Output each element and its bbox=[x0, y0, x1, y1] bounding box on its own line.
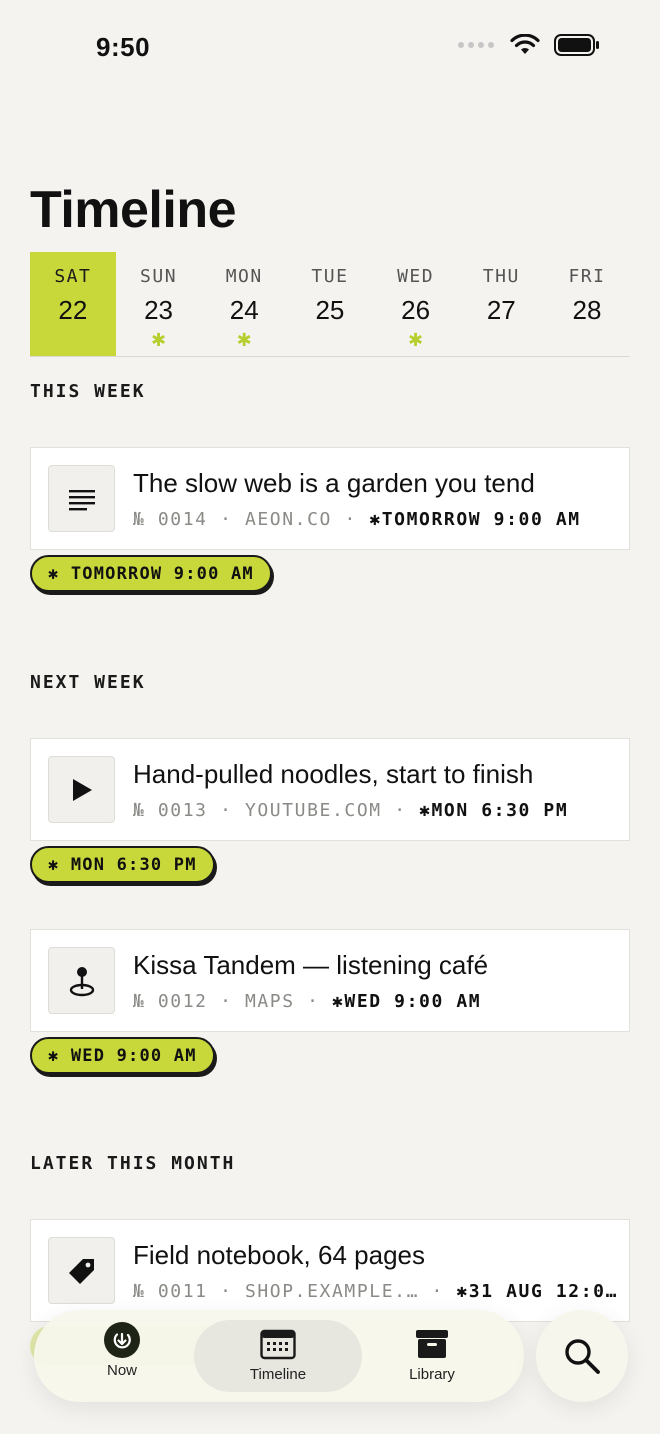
item-number: № 0012 bbox=[133, 991, 208, 1012]
day-number: 23 bbox=[144, 295, 173, 325]
day-fri[interactable]: FRI 28 bbox=[544, 252, 630, 356]
meta-separator: · bbox=[431, 1281, 444, 1302]
calendar-icon bbox=[260, 1329, 296, 1360]
archive-icon bbox=[416, 1330, 448, 1358]
schedule-pill[interactable]: ✱ TOMORROW 9:00 AM bbox=[30, 555, 272, 592]
item-title: The slow web is a garden you tend bbox=[133, 468, 535, 498]
day-name: SAT bbox=[54, 266, 92, 287]
day-mon[interactable]: MON 24 ✱ bbox=[201, 252, 287, 356]
item-meta: № 0013 · YOUTUBE.COM · ✱MON 6:30 PM bbox=[133, 800, 568, 821]
item-title: Kissa Tandem — listening café bbox=[133, 950, 489, 980]
search-icon bbox=[565, 1339, 600, 1374]
tab-library[interactable]: Library bbox=[362, 1320, 502, 1392]
day-sat[interactable]: SAT 22 bbox=[30, 252, 116, 356]
tab-now[interactable]: Now bbox=[48, 1320, 196, 1392]
scheduled-marker-icon: ✱ bbox=[236, 330, 252, 350]
section-this-week: THIS WEEK bbox=[30, 381, 146, 402]
day-wed[interactable]: WED 26 ✱ bbox=[373, 252, 459, 356]
meta-separator: · bbox=[220, 991, 233, 1012]
item-schedule: ✱MON 6:30 PM bbox=[419, 800, 569, 821]
day-name: THU bbox=[482, 266, 520, 287]
search-button[interactable] bbox=[536, 1310, 628, 1402]
item-schedule: ✱TOMORROW 9:00 AM bbox=[369, 509, 581, 530]
meta-separator: · bbox=[344, 509, 357, 530]
day-name: MON bbox=[225, 266, 263, 287]
day-thu[interactable]: THU 27 bbox=[458, 252, 544, 356]
scheduled-marker-icon: ✱ bbox=[150, 330, 167, 350]
tab-label: Now bbox=[106, 1362, 137, 1379]
item-schedule: ✱31 AUG 12:0… bbox=[456, 1281, 619, 1302]
day-sun[interactable]: SUN 23 ✱ bbox=[116, 252, 202, 356]
item-meta: № 0014 · AEON.CO · ✱TOMORROW 9:00 AM bbox=[133, 509, 581, 530]
day-number: 28 bbox=[572, 295, 602, 325]
timeline-item[interactable]: Kissa Tandem — listening café № 0012 · M… bbox=[30, 929, 630, 1032]
play-icon bbox=[48, 756, 115, 823]
wifi-icon bbox=[510, 34, 540, 54]
item-source: YOUTUBE.COM bbox=[244, 800, 382, 821]
status-icons bbox=[458, 34, 600, 56]
day-tue[interactable]: TUE 25 bbox=[287, 252, 373, 356]
tab-label: Library bbox=[409, 1366, 455, 1383]
item-meta: № 0011 · SHOP.EXAMPLE.… · ✱31 AUG 12:0… bbox=[133, 1281, 618, 1302]
item-number: № 0014 bbox=[133, 509, 208, 530]
day-number: 27 bbox=[486, 295, 516, 325]
day-number: 26 bbox=[401, 295, 431, 325]
item-source: AEON.CO bbox=[244, 509, 332, 530]
day-name: SUN bbox=[140, 266, 178, 287]
article-icon bbox=[48, 465, 115, 532]
day-name: FRI bbox=[568, 266, 606, 287]
meta-separator: · bbox=[220, 1281, 233, 1302]
item-schedule: ✱WED 9:00 AM bbox=[332, 991, 482, 1012]
meta-separator: · bbox=[220, 509, 233, 530]
tab-timeline[interactable]: Timeline bbox=[194, 1320, 362, 1392]
day-number: 22 bbox=[58, 295, 88, 325]
page-title: Timeline bbox=[30, 181, 237, 239]
meta-separator: · bbox=[307, 991, 320, 1012]
week-strip: SAT 22 SUN 23 ✱ MON 24 ✱ TUE 25 WED 26 ✱… bbox=[30, 252, 630, 357]
schedule-pill[interactable]: ✱ WED 9:00 AM bbox=[30, 1037, 215, 1074]
item-title: Field notebook, 64 pages bbox=[133, 1240, 425, 1270]
day-number: 24 bbox=[229, 295, 259, 325]
now-icon bbox=[104, 1322, 140, 1358]
scheduled-marker-icon: ✱ bbox=[408, 330, 424, 350]
meta-separator: · bbox=[220, 800, 233, 821]
item-title: Hand-pulled noodles, start to finish bbox=[133, 759, 534, 789]
item-meta: № 0012 · MAPS · ✱WED 9:00 AM bbox=[133, 991, 481, 1012]
tab-label: Timeline bbox=[249, 1366, 307, 1383]
timeline-item[interactable]: Hand-pulled noodles, start to finish № 0… bbox=[30, 738, 630, 841]
day-number: 25 bbox=[315, 295, 345, 325]
map-pin-icon bbox=[48, 947, 115, 1014]
battery-icon bbox=[554, 34, 599, 56]
schedule-pill[interactable]: ✱ MON 6:30 PM bbox=[30, 846, 215, 883]
day-name: WED bbox=[397, 266, 435, 287]
timeline-item[interactable]: Field notebook, 64 pages № 0011 · SHOP.E… bbox=[30, 1219, 630, 1322]
tab-bar: Now Timeline Library bbox=[34, 1310, 524, 1402]
section-later-this-month: LATER THIS MONTH bbox=[30, 1153, 236, 1174]
status-time: 9:50 bbox=[96, 32, 151, 62]
tag-icon bbox=[48, 1237, 115, 1304]
meta-separator: · bbox=[394, 800, 407, 821]
day-name: TUE bbox=[311, 266, 349, 287]
item-source: MAPS bbox=[244, 991, 295, 1012]
timeline-item[interactable]: The slow web is a garden you tend № 0014… bbox=[30, 447, 630, 550]
item-source: SHOP.EXAMPLE.… bbox=[244, 1281, 420, 1302]
cellular-signal-icon bbox=[458, 42, 494, 48]
item-number: № 0011 bbox=[133, 1281, 208, 1302]
item-number: № 0013 bbox=[133, 800, 208, 821]
section-next-week: NEXT WEEK bbox=[30, 672, 146, 693]
